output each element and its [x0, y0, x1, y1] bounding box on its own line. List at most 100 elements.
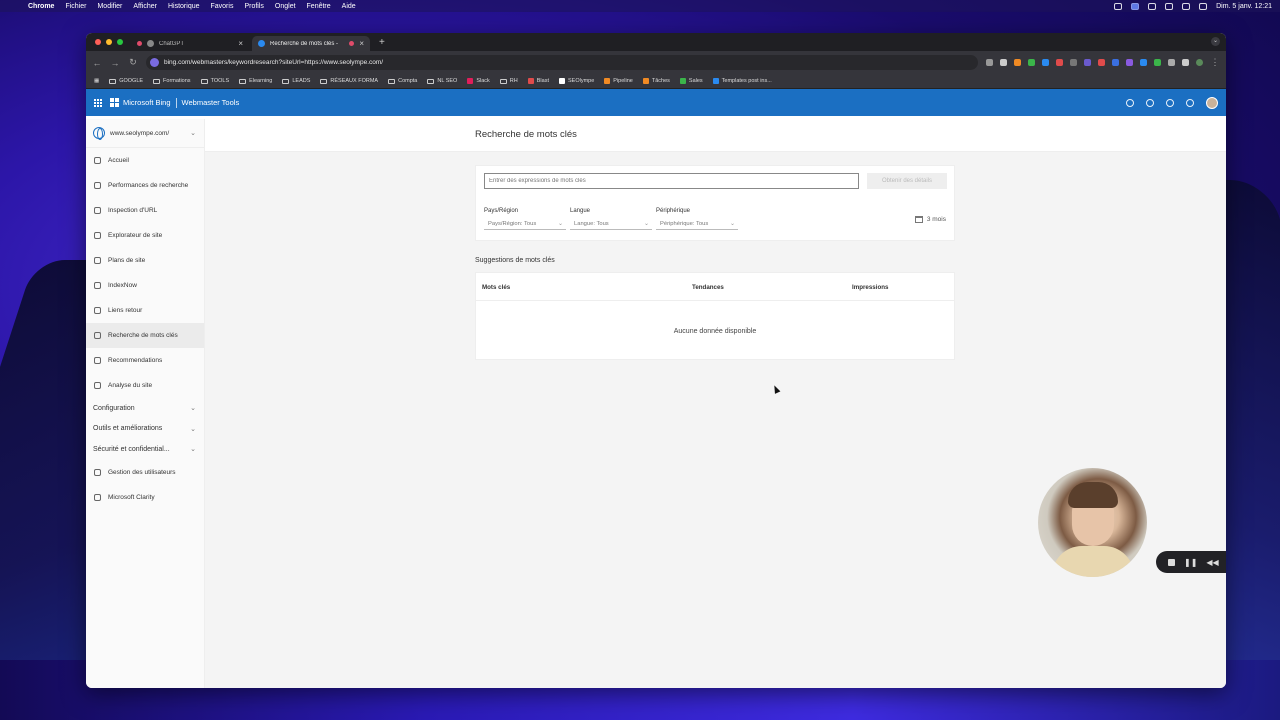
extension-icon[interactable]: [1112, 59, 1119, 66]
forward-icon[interactable]: →: [110, 58, 120, 68]
search-icon[interactable]: [1182, 2, 1191, 10]
apple-icon[interactable]: [10, 2, 18, 10]
bookmark-reseaux-forma[interactable]: RÉSEAUX FORMA: [320, 78, 378, 84]
menu-fenetre[interactable]: Fenêtre: [307, 3, 331, 10]
site-picker[interactable]: www.seolympe.com/ ⌄: [86, 119, 204, 148]
stop-recording-icon[interactable]: [1168, 558, 1175, 566]
device-select[interactable]: Périphérique: Tous ⌄: [656, 218, 738, 230]
extension-icon[interactable]: [1056, 59, 1063, 66]
bookmark-nl-seo[interactable]: NL SEO: [427, 78, 457, 84]
sidebar-item-recherche-mots-cles[interactable]: Recherche de mots clés: [86, 323, 204, 348]
extension-icon[interactable]: [1084, 59, 1091, 66]
bookmark-seolympe[interactable]: SEOlympe: [558, 78, 594, 84]
bookmark-rh[interactable]: RH: [499, 78, 518, 84]
menubar-status-icon[interactable]: [1114, 2, 1123, 10]
bookmark-templates[interactable]: Templates post ins...: [712, 78, 772, 84]
menu-profils[interactable]: Profils: [244, 3, 263, 10]
sidebar-item-analyse-du-site[interactable]: Analyse du site: [86, 373, 204, 398]
wifi-icon[interactable]: [1165, 2, 1174, 10]
brand-name[interactable]: Microsoft Bing: [123, 98, 171, 107]
bookmark-slack[interactable]: Slack: [467, 78, 490, 84]
bookmark-leads[interactable]: LEADS: [282, 78, 310, 84]
pause-icon[interactable]: ❚❚: [1184, 558, 1197, 567]
sidebar-item-liens-retour[interactable]: Liens retour: [86, 298, 204, 323]
control-center-icon[interactable]: [1199, 2, 1208, 10]
close-window-button[interactable]: [95, 39, 101, 45]
menu-afficher[interactable]: Afficher: [133, 3, 157, 10]
sidebar-item-explorateur[interactable]: Explorateur de site: [86, 223, 204, 248]
column-header-keywords[interactable]: Mots clés: [482, 284, 510, 291]
notifications-icon[interactable]: [1126, 98, 1134, 107]
menu-historique[interactable]: Historique: [168, 3, 200, 10]
sidebar-item-gestion-utilisateurs[interactable]: Gestion des utilisateurs: [86, 460, 204, 485]
menubar-clock[interactable]: Dim. 5 janv. 12:21: [1216, 3, 1272, 10]
keyword-input[interactable]: [484, 173, 859, 189]
product-name[interactable]: Webmaster Tools: [182, 98, 240, 107]
column-header-trends[interactable]: Tendances: [692, 284, 724, 291]
rewind-icon[interactable]: ◀◀: [1206, 558, 1218, 567]
maximize-window-button[interactable]: [117, 39, 123, 45]
close-tab-icon[interactable]: ×: [238, 39, 243, 48]
country-select[interactable]: Pays/Région: Tous ⌄: [484, 218, 566, 230]
bookmark-compta[interactable]: Compta: [388, 78, 417, 84]
extension-icon[interactable]: [1014, 59, 1021, 66]
period-selector[interactable]: 3 mois: [914, 216, 946, 223]
bookmark-sales[interactable]: Sales: [679, 78, 703, 84]
extension-icon[interactable]: [1042, 59, 1049, 66]
help-icon[interactable]: [1146, 98, 1154, 107]
extension-icon[interactable]: [1126, 59, 1133, 66]
settings-icon[interactable]: [1148, 2, 1157, 10]
minimize-window-button[interactable]: [106, 39, 112, 45]
new-tab-button[interactable]: +: [373, 37, 391, 51]
extension-icon[interactable]: [1168, 59, 1175, 66]
bookmark-taches[interactable]: Tâches: [642, 78, 670, 84]
extension-icon[interactable]: [1070, 59, 1077, 66]
extension-icon[interactable]: [1098, 59, 1105, 66]
extension-icon[interactable]: [1154, 59, 1161, 66]
bookmark-formations[interactable]: Formations: [153, 78, 191, 84]
app-launcher-icon[interactable]: [94, 98, 102, 107]
tab-chatgpt[interactable]: ChatGPT ×: [131, 36, 249, 51]
menu-aide[interactable]: Aide: [342, 3, 356, 10]
bookmark-star-icon[interactable]: [1000, 59, 1007, 66]
bookmark-tools[interactable]: TOOLS: [200, 78, 229, 84]
settings-icon[interactable]: [1186, 98, 1194, 107]
tab-search-icon[interactable]: ⌄: [1211, 37, 1220, 46]
extension-icon[interactable]: [1028, 59, 1035, 66]
apps-grid-icon[interactable]: ▦: [94, 78, 99, 84]
extension-icon[interactable]: [1140, 59, 1147, 66]
extensions-puzzle-icon[interactable]: [1182, 59, 1189, 66]
chrome-menu-icon[interactable]: ⋮: [1210, 57, 1220, 68]
language-select[interactable]: Langue: Tous ⌄: [570, 218, 652, 230]
sidebar-item-clarity[interactable]: Microsoft Clarity: [86, 485, 204, 510]
bookmark-blast[interactable]: Blast: [527, 78, 549, 84]
address-bar[interactable]: bing.com/webmasters/keywordresearch?site…: [146, 55, 978, 70]
sidebar-item-accueil[interactable]: Accueil: [86, 148, 204, 173]
site-info-icon[interactable]: [150, 58, 159, 67]
menu-favoris[interactable]: Favoris: [211, 3, 234, 10]
get-details-button[interactable]: Obtenir des détails: [867, 173, 947, 189]
menu-onglet[interactable]: Onglet: [275, 3, 296, 10]
bookmark-elearning[interactable]: Elearning: [239, 78, 272, 84]
sidebar-item-indexnow[interactable]: IndexNow: [86, 273, 204, 298]
sidebar-item-recommendations[interactable]: Recommendations: [86, 348, 204, 373]
menu-fichier[interactable]: Fichier: [65, 3, 86, 10]
reload-icon[interactable]: ↻: [128, 57, 138, 68]
sidebar-group-securite[interactable]: Sécurité et confidential... ⌄: [86, 439, 204, 460]
column-header-impressions[interactable]: Impressions: [852, 284, 888, 291]
tab-keyword-research[interactable]: Recherche de mots clés - ×: [252, 36, 370, 51]
bookmark-google[interactable]: GOOGLE: [109, 78, 143, 84]
sidebar-item-performances[interactable]: Performances de recherche: [86, 173, 204, 198]
profile-avatar[interactable]: [1196, 59, 1203, 66]
menu-modifier[interactable]: Modifier: [97, 3, 122, 10]
sidebar-group-configuration[interactable]: Configuration ⌄: [86, 398, 204, 419]
user-avatar[interactable]: [1206, 96, 1218, 109]
close-tab-icon[interactable]: ×: [359, 39, 364, 48]
bookmark-pipeline[interactable]: Pipeline: [604, 78, 633, 84]
install-icon[interactable]: [986, 59, 993, 66]
feedback-icon[interactable]: [1166, 98, 1174, 107]
sidebar-group-outils[interactable]: Outils et améliorations ⌄: [86, 419, 204, 440]
sidebar-item-plans-de-site[interactable]: Plans de site: [86, 248, 204, 273]
screen-share-icon[interactable]: [1131, 2, 1140, 10]
sidebar-item-inspection-url[interactable]: Inspection d'URL: [86, 198, 204, 223]
